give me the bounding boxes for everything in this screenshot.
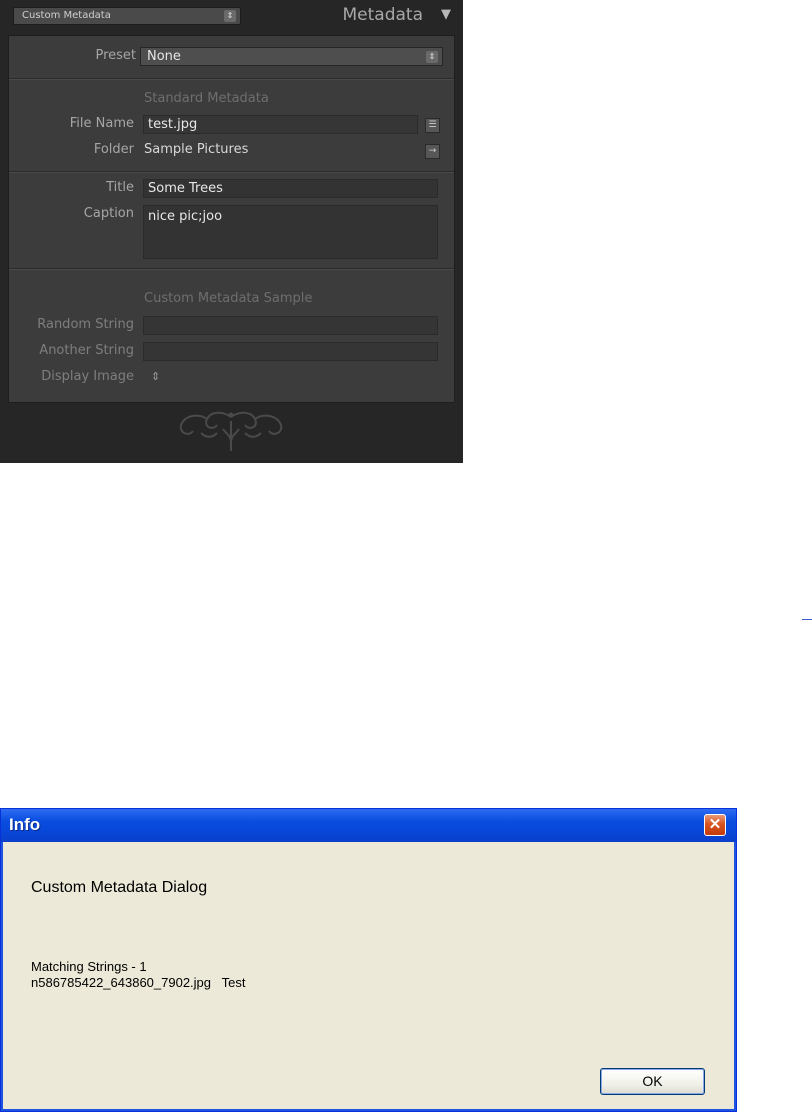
another-string-label: Another String [39, 343, 134, 358]
random-string-label: Random String [37, 317, 134, 332]
collapse-triangle-icon[interactable]: ▼ [441, 7, 451, 22]
panel-title[interactable]: Metadata [342, 5, 423, 25]
custom-metadata-heading: Custom Metadata Sample [144, 291, 313, 306]
dialog-heading: Custom Metadata Dialog [31, 879, 208, 896]
preset-label: Preset [95, 48, 136, 63]
caption-label: Caption [83, 206, 134, 221]
dropdown-stepper-icon: ⇕ [224, 10, 236, 22]
panel-footer [0, 403, 463, 463]
folder-label: Folder [93, 142, 134, 157]
another-string-field[interactable] [143, 342, 438, 361]
divider [9, 79, 454, 80]
dialog-title: Info [9, 815, 41, 834]
preset-select[interactable]: None ⇕ [140, 47, 443, 66]
close-icon[interactable]: ✕ [704, 814, 726, 836]
link-underline[interactable] [802, 619, 812, 620]
standard-metadata-heading: Standard Metadata [144, 91, 269, 106]
dialog-content: Custom Metadata Dialog Matching Strings … [4, 842, 733, 1108]
ornament-scroll-icon [179, 411, 283, 451]
preset-stepper-icon: ⇕ [426, 51, 438, 63]
panel-header: Custom Metadata ⇕ Metadata ▼ [0, 0, 463, 35]
divider [9, 269, 454, 270]
display-image-stepper-icon[interactable]: ⇕ [151, 370, 160, 383]
result-text: n586785422_643860_7902.jpg Test [31, 975, 246, 990]
ok-button[interactable]: OK [600, 1068, 705, 1095]
arrow-right-icon[interactable]: → [425, 144, 440, 159]
dialog-titlebar[interactable]: Info ✕ [1, 809, 736, 842]
preset-value: None [147, 49, 181, 64]
title-label: Title [106, 180, 134, 195]
caption-field[interactable]: nice pic;joo [143, 205, 438, 259]
metadata-panel-body: Preset None ⇕ Standard Metadata File Nam… [8, 35, 455, 403]
file-name-label: File Name [69, 116, 134, 131]
list-icon[interactable]: ☰ [425, 118, 440, 133]
title-field[interactable]: Some Trees [143, 179, 438, 198]
info-dialog: Info ✕ Custom Metadata Dialog Matching S… [0, 808, 737, 1112]
folder-value: Sample Pictures [144, 142, 249, 157]
random-string-field[interactable] [143, 316, 438, 335]
divider [9, 172, 454, 173]
display-image-label: Display Image [41, 369, 134, 384]
metadata-set-dropdown-label: Custom Metadata [22, 10, 111, 21]
metadata-panel: Custom Metadata ⇕ Metadata ▼ Preset None… [0, 0, 463, 463]
metadata-set-dropdown[interactable]: Custom Metadata ⇕ [13, 7, 241, 25]
file-name-field[interactable]: test.jpg [143, 115, 418, 134]
matching-strings-text: Matching Strings - 1 [31, 959, 147, 974]
